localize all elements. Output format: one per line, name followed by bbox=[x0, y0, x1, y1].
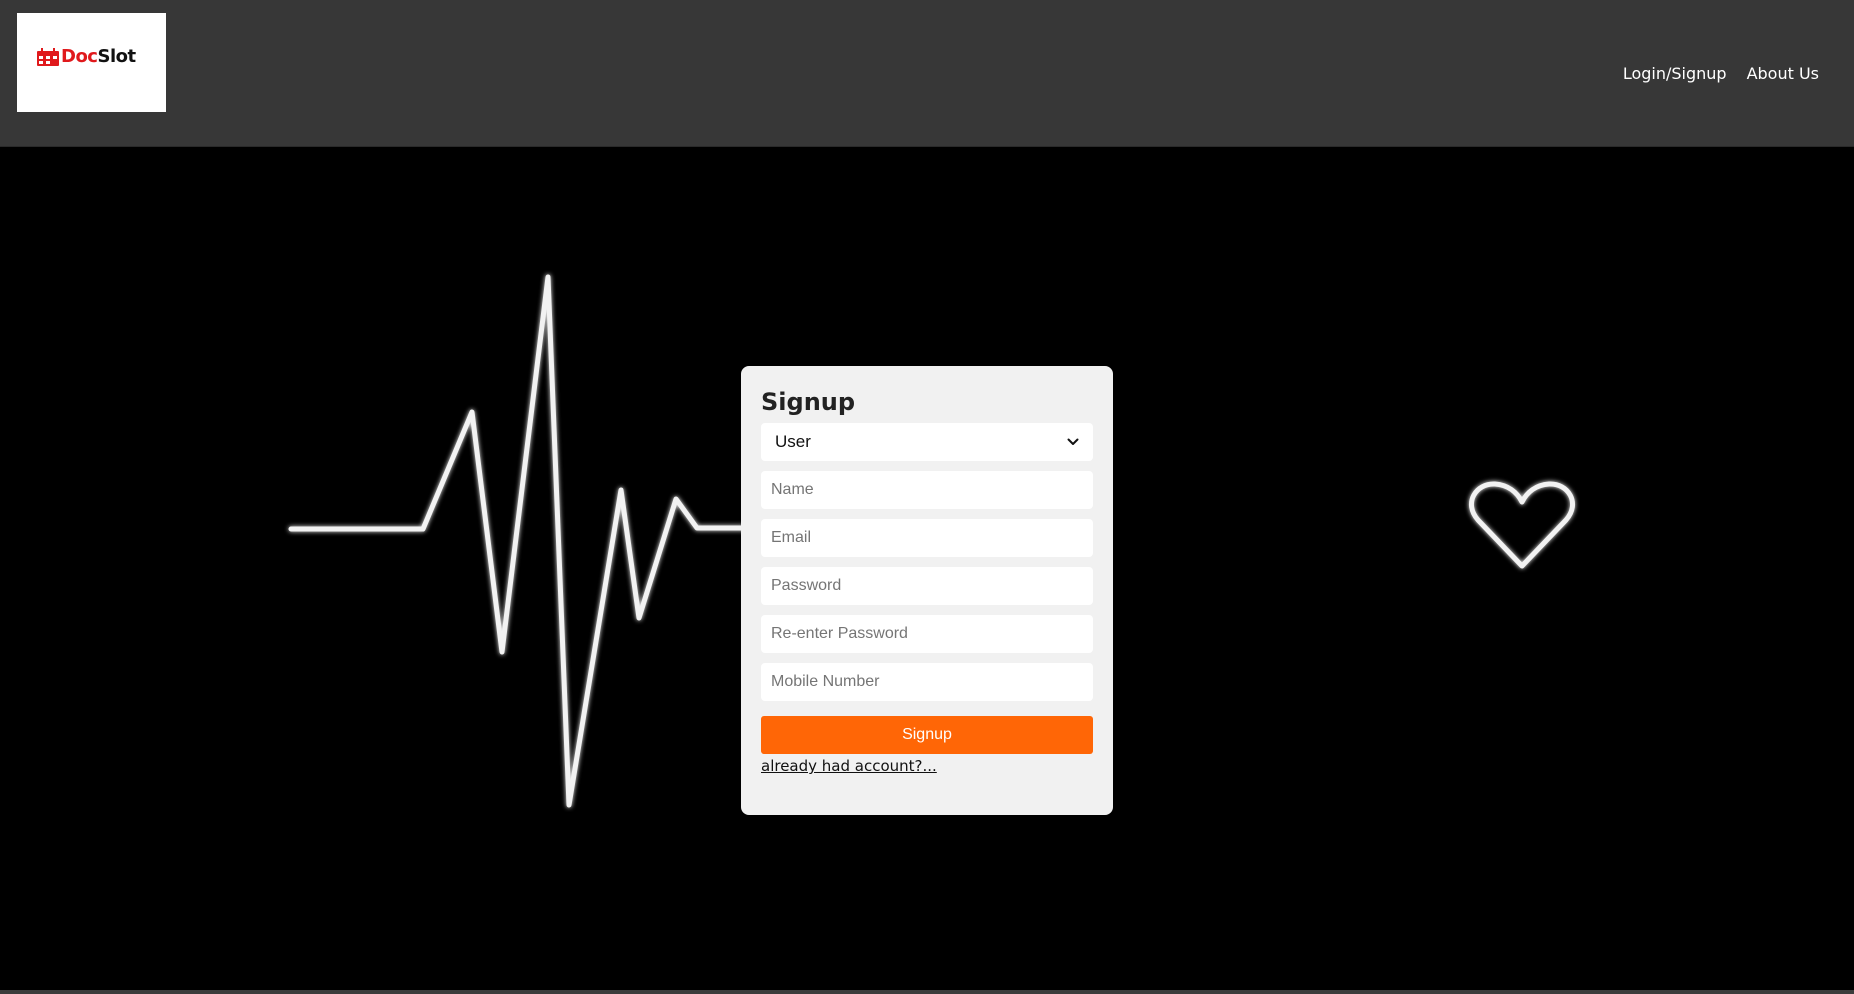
signup-title: Signup bbox=[761, 388, 856, 416]
bottom-divider bbox=[0, 990, 1854, 994]
email-input[interactable] bbox=[761, 519, 1093, 557]
reenter-password-input[interactable] bbox=[761, 615, 1093, 653]
main-nav: Login/Signup About Us bbox=[1623, 64, 1819, 83]
logo-text-doc: Doc bbox=[61, 46, 98, 67]
signup-button[interactable]: Signup bbox=[761, 716, 1093, 754]
role-select-value: User bbox=[775, 432, 811, 451]
logo-text: DocSlot bbox=[61, 46, 136, 67]
mobile-number-input[interactable] bbox=[761, 663, 1093, 701]
login-link[interactable]: already had account?... bbox=[761, 757, 937, 775]
calendar-icon bbox=[37, 47, 59, 66]
signup-card: Signup User Signup already had account?.… bbox=[741, 366, 1113, 815]
chevron-down-icon bbox=[1067, 438, 1079, 445]
logo-text-slot: Slot bbox=[97, 46, 136, 67]
name-input[interactable] bbox=[761, 471, 1093, 509]
role-select[interactable]: User bbox=[761, 423, 1093, 461]
nav-login-signup[interactable]: Login/Signup bbox=[1623, 64, 1727, 83]
password-input[interactable] bbox=[761, 567, 1093, 605]
top-navbar: DocSlot Login/Signup About Us bbox=[0, 0, 1854, 147]
heart-outline-icon bbox=[1469, 481, 1575, 569]
nav-about-us[interactable]: About Us bbox=[1747, 64, 1819, 83]
docslot-logo[interactable]: DocSlot bbox=[17, 13, 166, 112]
logo-mark: DocSlot bbox=[37, 46, 136, 67]
